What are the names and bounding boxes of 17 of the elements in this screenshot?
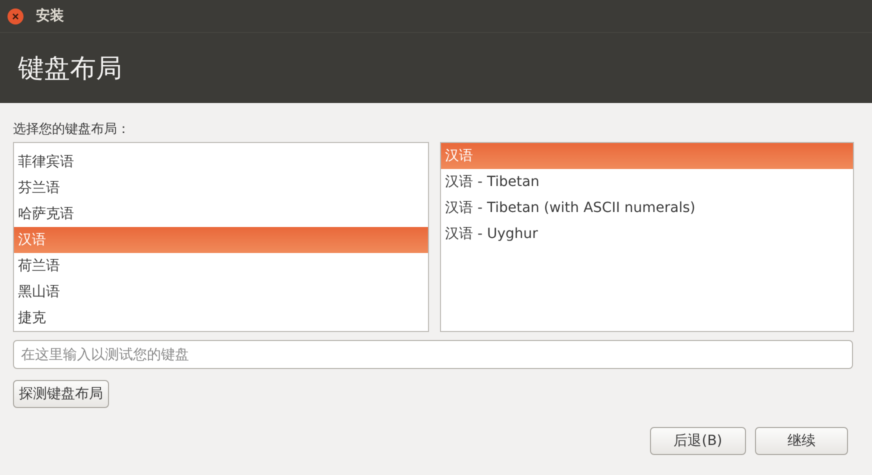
- window-title: 安装: [36, 7, 64, 25]
- detect-button[interactable]: 探测键盘布局: [13, 380, 109, 408]
- list-item[interactable]: 汉语 - Tibetan (with ASCII numerals): [441, 195, 853, 221]
- list-item[interactable]: 捷克: [14, 305, 428, 331]
- input-field[interactable]: 在这里输入以测试您的键盘: [13, 340, 853, 369]
- list-label: 选择您的键盘布局：: [13, 121, 130, 138]
- list-item[interactable]: 汉语 - Tibetan: [441, 169, 853, 195]
- list-item[interactable]: 菲律宾语: [14, 149, 428, 175]
- list-item[interactable]: 芬兰语: [14, 175, 428, 201]
- list-item[interactable]: 荷兰语: [14, 253, 428, 279]
- list-item[interactable]: 汉语 - Uyghur: [441, 221, 853, 247]
- close-icon[interactable]: [7, 8, 24, 24]
- list-item[interactable]: 黑山语: [14, 279, 428, 305]
- nav-button[interactable]: 继续: [755, 427, 848, 455]
- page-title: 键盘布局: [18, 52, 122, 86]
- list-item[interactable]: 哈萨克语: [14, 201, 428, 227]
- nav-button[interactable]: 后退(B): [650, 427, 746, 455]
